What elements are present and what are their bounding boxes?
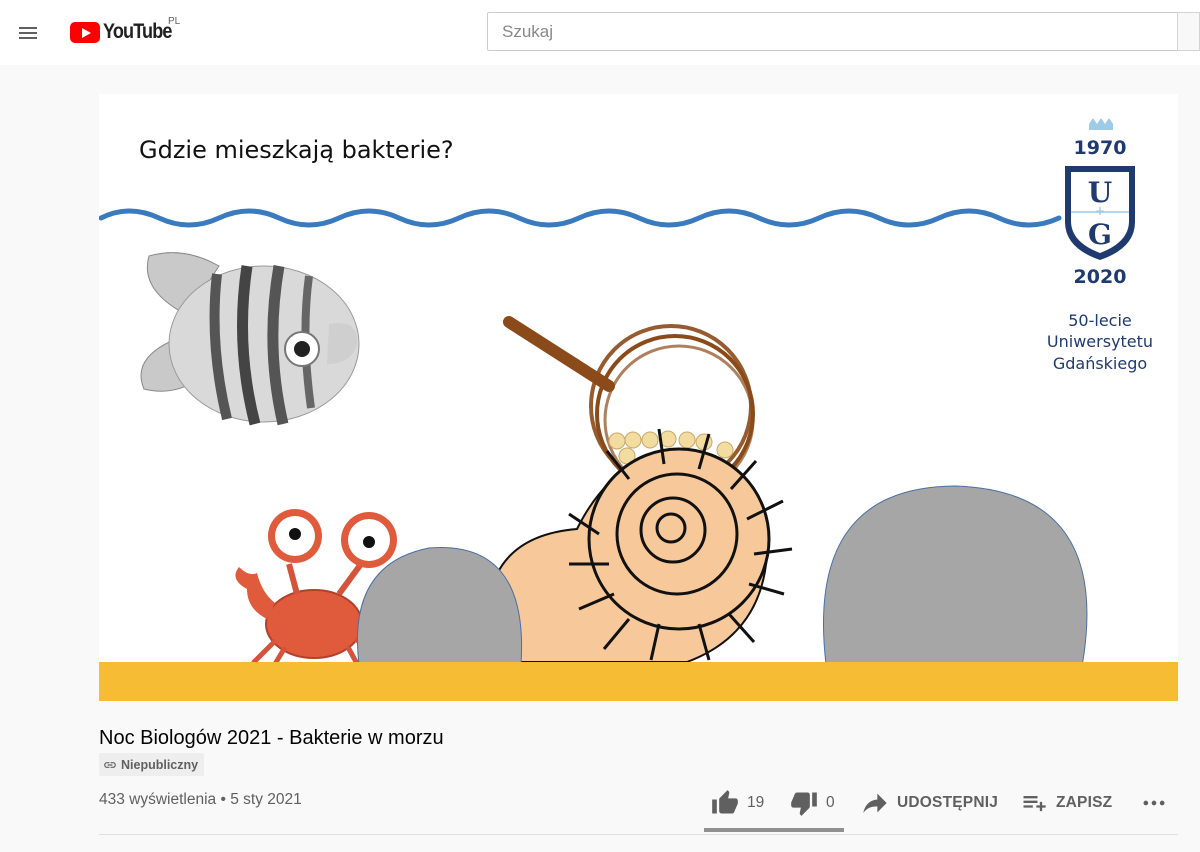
like-button[interactable]: 19 — [711, 786, 764, 820]
youtube-logo[interactable]: YouTube PL — [70, 16, 183, 46]
video-title: Noc Biologów 2021 - Bakterie w morzu — [99, 727, 444, 749]
slide-title: Gdzie mieszkają bakterie? — [139, 136, 454, 164]
svg-text:50-lecie: 50-lecie — [1068, 311, 1132, 330]
dislike-count: 0 — [826, 794, 835, 811]
more-horizontal-icon — [1143, 800, 1165, 806]
svg-text:Uniwersytetu: Uniwersytetu — [1047, 332, 1153, 351]
save-button[interactable]: ZAPISZ — [1020, 786, 1112, 820]
svg-text:1970: 1970 — [1074, 137, 1127, 159]
share-label: UDOSTĘPNIJ — [897, 794, 999, 811]
svg-text:G: G — [1088, 218, 1112, 251]
info-divider — [99, 834, 1178, 835]
country-code: PL — [168, 16, 181, 27]
link-icon — [104, 761, 116, 768]
more-actions-button[interactable] — [1140, 786, 1168, 820]
svg-text:2020: 2020 — [1074, 266, 1127, 288]
search-button[interactable] — [1177, 12, 1200, 51]
wave-line — [99, 208, 1062, 228]
visibility-badge: Niepubliczny — [99, 753, 205, 776]
sentiment-bar — [704, 828, 844, 832]
youtube-play-icon — [70, 21, 100, 43]
visibility-label: Niepubliczny — [121, 757, 199, 772]
dislike-button[interactable]: 0 — [790, 786, 835, 820]
sand-floor — [99, 662, 1178, 701]
share-button[interactable]: UDOSTĘPNIJ — [861, 786, 998, 820]
thumbs-up-icon — [712, 790, 738, 814]
save-label: ZAPISZ — [1056, 794, 1113, 811]
thumbs-down-icon — [791, 792, 817, 816]
share-arrow-icon — [863, 793, 887, 813]
rock-left — [357, 547, 523, 665]
menu-button[interactable] — [8, 13, 48, 53]
svg-text:+: + — [1095, 204, 1105, 218]
video-player[interactable]: Gdzie mieszkają bakterie? 1970 U G + 202… — [99, 94, 1178, 701]
snail-shell-illustration — [496, 428, 793, 663]
fish-illustration — [140, 252, 360, 426]
search-input[interactable] — [487, 12, 1177, 51]
university-of-gdansk-logo: 1970 U G + 2020 50-lecie Uniwersytetu Gd… — [1047, 118, 1153, 373]
playlist-add-icon — [1023, 796, 1046, 812]
masthead: YouTube PL — [0, 0, 1200, 65]
hamburger-menu-icon — [19, 27, 37, 39]
rock-right — [823, 485, 1088, 673]
youtube-wordmark: YouTube — [103, 20, 172, 43]
view-count-and-date: 433 wyświetlenia • 5 sty 2021 — [99, 791, 302, 808]
like-count: 19 — [747, 794, 765, 811]
video-frame-illustration: Gdzie mieszkają bakterie? 1970 U G + 202… — [99, 118, 1178, 701]
svg-text:Gdańskiego: Gdańskiego — [1053, 354, 1147, 373]
